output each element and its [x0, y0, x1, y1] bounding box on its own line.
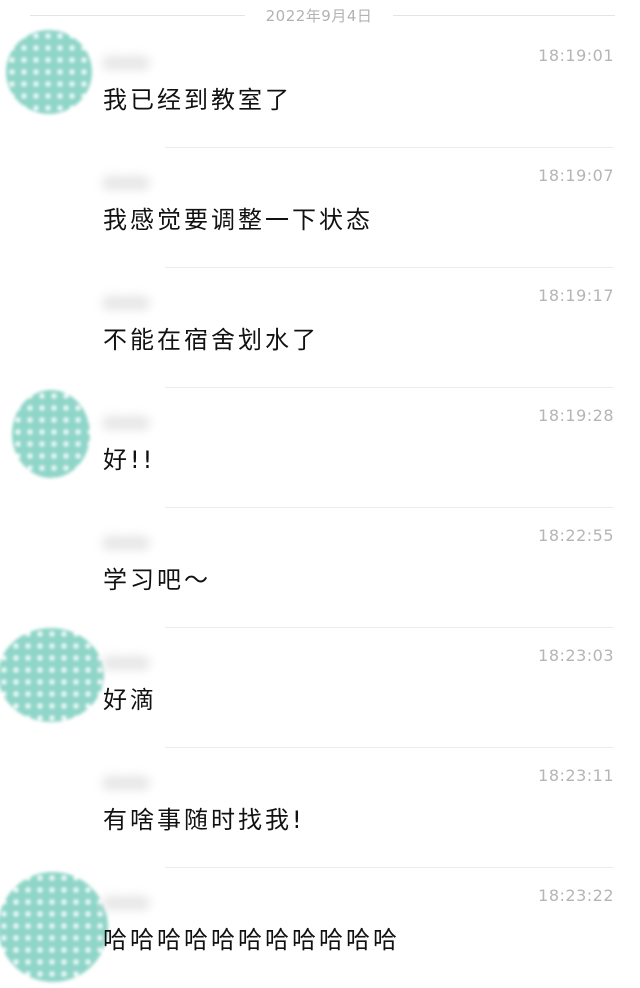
- date-separator-line-left: [30, 15, 245, 16]
- sender-name-blurred: [102, 656, 150, 670]
- avatar[interactable]: [0, 628, 104, 722]
- message-item[interactable]: 18:23:22 哈哈哈哈哈哈哈哈哈哈哈: [0, 868, 640, 988]
- avatar[interactable]: [12, 390, 90, 478]
- sender-name-blurred: [102, 896, 150, 910]
- message-timestamp: 18:19:01: [538, 46, 614, 65]
- message-timestamp: 18:23:22: [538, 886, 614, 905]
- message-timestamp: 18:22:55: [538, 526, 614, 545]
- message-item[interactable]: 18:19:01 我已经到教室了: [0, 28, 640, 148]
- message-timestamp: 18:19:17: [538, 286, 614, 305]
- message-item[interactable]: 18:19:28 好!!: [0, 388, 640, 508]
- message-timestamp: 18:23:03: [538, 646, 614, 665]
- message-text: 学习吧～: [103, 566, 211, 594]
- sender-name-blurred: [102, 536, 150, 550]
- sender-name-blurred: [102, 416, 150, 430]
- message-item[interactable]: 18:19:17 不能在宿舍划水了: [0, 268, 640, 388]
- message-text: 哈哈哈哈哈哈哈哈哈哈哈: [103, 926, 400, 954]
- message-text: 我已经到教室了: [103, 86, 292, 114]
- message-item[interactable]: 18:19:07 我感觉要调整一下状态: [0, 148, 640, 268]
- message-text: 好滴: [103, 686, 157, 714]
- message-item[interactable]: 18:23:03 好滴: [0, 628, 640, 748]
- message-text: 我感觉要调整一下状态: [103, 206, 373, 234]
- sender-name-blurred: [102, 56, 150, 70]
- date-label: 2022年9月4日: [265, 7, 373, 25]
- message-item[interactable]: 18:22:55 学习吧～: [0, 508, 640, 628]
- date-separator-line-right: [393, 15, 615, 16]
- avatar[interactable]: [0, 872, 108, 982]
- message-timestamp: 18:23:11: [538, 766, 614, 785]
- avatar[interactable]: [6, 30, 92, 114]
- message-text: 有啥事随时找我!: [103, 806, 305, 834]
- message-timestamp: 18:19:07: [538, 166, 614, 185]
- sender-name-blurred: [102, 176, 150, 190]
- message-text: 不能在宿舍划水了: [103, 326, 319, 354]
- message-text: 好!!: [103, 446, 156, 474]
- message-item[interactable]: 18:23:11 有啥事随时找我!: [0, 748, 640, 868]
- sender-name-blurred: [102, 296, 150, 310]
- message-timestamp: 18:19:28: [538, 406, 614, 425]
- sender-name-blurred: [102, 776, 150, 790]
